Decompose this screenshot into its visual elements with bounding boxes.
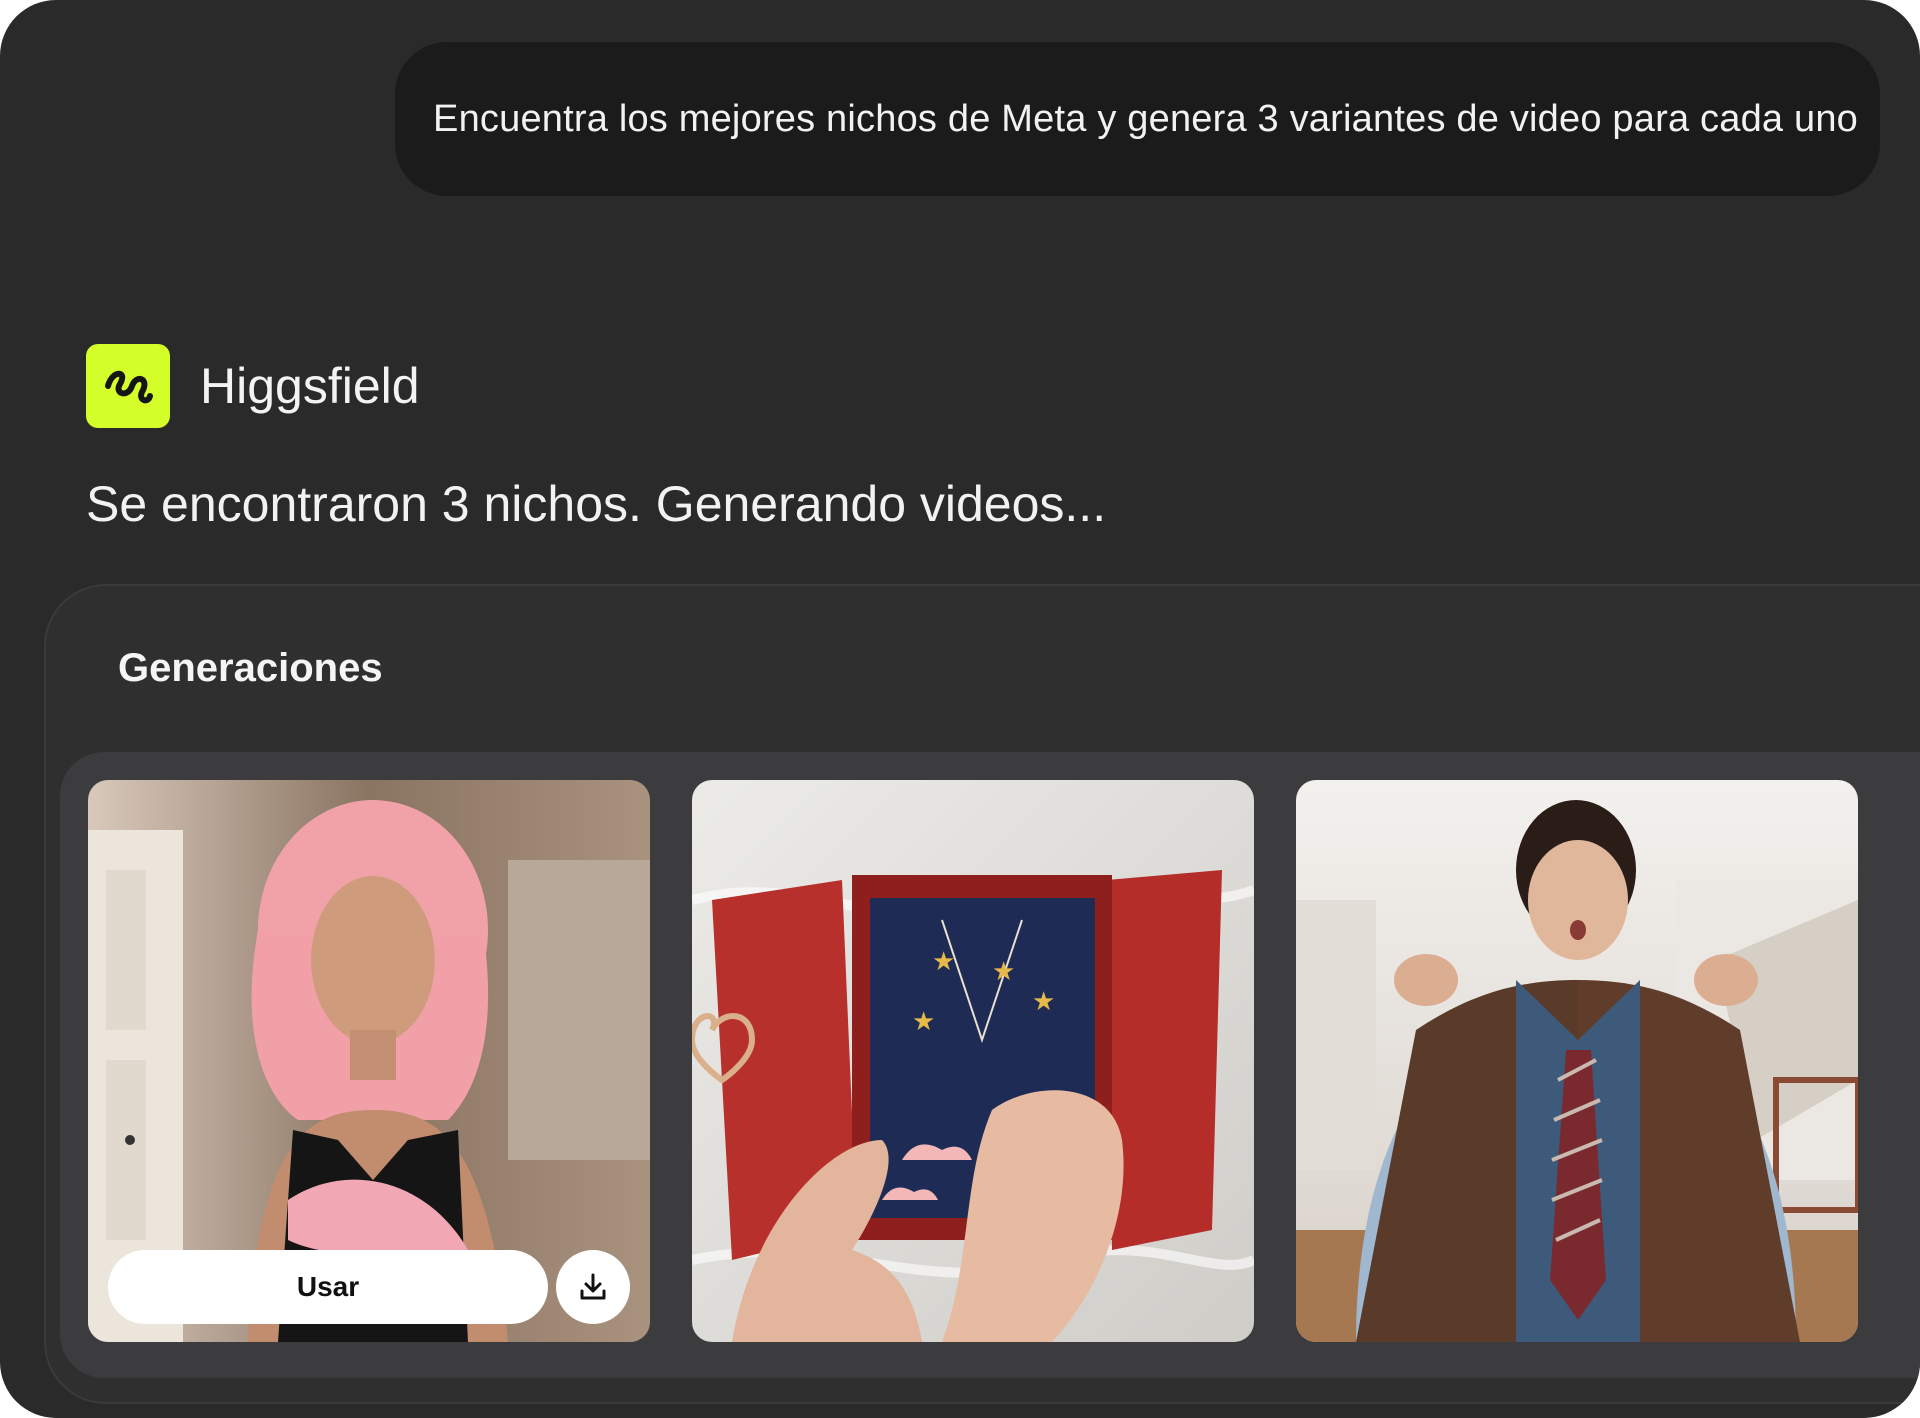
svg-text:★: ★	[992, 957, 1015, 987]
generations-panel: Generaciones Usar ★ ★ ★ ★	[44, 584, 1920, 1404]
user-message-text: Encuentra los mejores nichos de Meta y g…	[433, 97, 1858, 140]
user-message-bubble: Encuentra los mejores nichos de Meta y g…	[395, 42, 1880, 196]
assistant-status-text: Se encontraron 3 nichos. Generando video…	[86, 476, 1107, 532]
generation-thumbnail-3	[1296, 780, 1858, 1342]
chat-window: Encuentra los mejores nichos de Meta y g…	[0, 0, 1920, 1418]
higgsfield-logo-icon	[86, 344, 170, 428]
generations-tray: Usar ★ ★ ★ ★	[60, 752, 1920, 1378]
svg-text:★: ★	[1032, 987, 1055, 1017]
generation-card-3[interactable]	[1296, 780, 1858, 1342]
generation-thumbnail-2: ★ ★ ★ ★	[692, 780, 1254, 1342]
svg-text:★: ★	[932, 947, 955, 977]
generation-card-1[interactable]: Usar	[88, 780, 650, 1342]
assistant-name: Higgsfield	[200, 358, 420, 414]
download-button[interactable]	[556, 1250, 630, 1324]
use-button[interactable]: Usar	[108, 1250, 548, 1324]
assistant-header: Higgsfield	[86, 344, 420, 428]
generations-title: Generaciones	[118, 646, 383, 690]
download-icon	[580, 1273, 606, 1300]
generation-card-2[interactable]: ★ ★ ★ ★	[692, 780, 1254, 1342]
svg-text:★: ★	[912, 1007, 935, 1037]
